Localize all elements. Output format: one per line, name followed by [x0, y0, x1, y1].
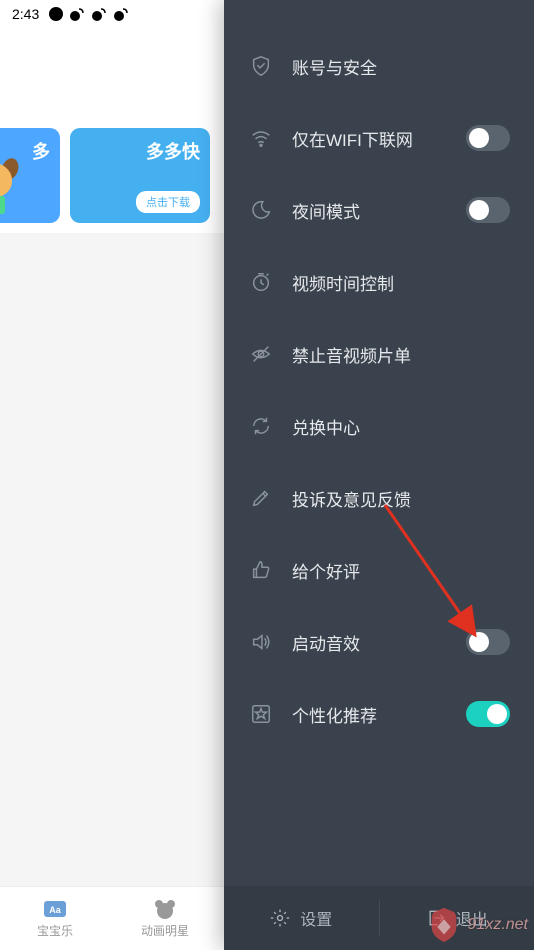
wifi-icon [248, 125, 274, 151]
edit-icon [248, 485, 274, 511]
settings-drawer: 账号与安全 仅在WIFI下联网 夜间模式 视频时间控制 [224, 0, 534, 950]
card-title: 多多快 [80, 138, 200, 164]
drawer-menu: 账号与安全 仅在WIFI下联网 夜间模式 视频时间控制 [224, 0, 534, 886]
menu-label: 启动音效 [292, 630, 466, 655]
watermark: 91xz.net [425, 906, 528, 944]
menu-label: 视频时间控制 [292, 270, 510, 295]
nav-label: 动画明星 [141, 922, 189, 939]
star-icon [248, 701, 274, 727]
nav-label: 宝宝乐 [37, 922, 73, 939]
nav-tab-baby[interactable]: Aa 宝宝乐 [0, 887, 110, 950]
moon-icon [248, 197, 274, 223]
watermark-badge-icon [425, 906, 463, 944]
menu-personalized[interactable]: 个性化推荐 [224, 678, 534, 750]
menu-exchange[interactable]: 兑换中心 [224, 390, 534, 462]
card-download-btn[interactable]: 点击下载 [136, 191, 200, 213]
menu-block-media[interactable]: 禁止音视频片单 [224, 318, 534, 390]
menu-sound-effect[interactable]: 启动音效 [224, 606, 534, 678]
menu-wifi-only[interactable]: 仅在WIFI下联网 [224, 102, 534, 174]
nav-tab-anime[interactable]: 动画明星 [110, 887, 220, 950]
personalized-toggle[interactable] [466, 701, 510, 727]
promo-card-2[interactable]: 多多快 点击下载 [70, 128, 210, 223]
dog-illustration [0, 158, 20, 218]
menu-label: 个性化推荐 [292, 702, 466, 727]
eye-off-icon [248, 341, 274, 367]
settings-button[interactable]: 设置 [224, 886, 379, 950]
menu-label: 禁止音视频片单 [292, 342, 510, 367]
footer-label: 设置 [300, 906, 332, 930]
menu-label: 仅在WIFI下联网 [292, 126, 466, 151]
menu-feedback[interactable]: 投诉及意见反馈 [224, 462, 534, 534]
status-notif-icons [49, 6, 129, 22]
svg-text:Aa: Aa [49, 905, 61, 915]
menu-video-time[interactable]: 视频时间控制 [224, 246, 534, 318]
menu-night-mode[interactable]: 夜间模式 [224, 174, 534, 246]
wifi-toggle[interactable] [466, 125, 510, 151]
menu-label: 账号与安全 [292, 54, 510, 79]
gear-icon [270, 908, 290, 928]
qq-icon [49, 7, 63, 21]
clock-icon [248, 269, 274, 295]
menu-label: 给个好评 [292, 558, 510, 583]
menu-account-security[interactable]: 账号与安全 [224, 30, 534, 102]
refresh-icon [248, 413, 274, 439]
weibo-icon [69, 6, 85, 22]
volume-icon [248, 629, 274, 655]
menu-label: 夜间模式 [292, 198, 466, 223]
night-toggle[interactable] [466, 197, 510, 223]
promo-card-1[interactable]: 多 戴 [0, 128, 60, 223]
weibo-icon [113, 6, 129, 22]
watermark-text: 91xz.net [468, 916, 528, 934]
menu-rate[interactable]: 给个好评 [224, 534, 534, 606]
shield-icon [248, 53, 274, 79]
puzzle-icon: Aa [42, 898, 68, 920]
status-time: 2:43 [12, 6, 39, 22]
weibo-icon [91, 6, 107, 22]
menu-label: 兑换中心 [292, 414, 510, 439]
thumbs-up-icon [248, 557, 274, 583]
menu-label: 投诉及意见反馈 [292, 486, 510, 511]
sound-toggle[interactable] [466, 629, 510, 655]
bear-icon [152, 898, 178, 920]
